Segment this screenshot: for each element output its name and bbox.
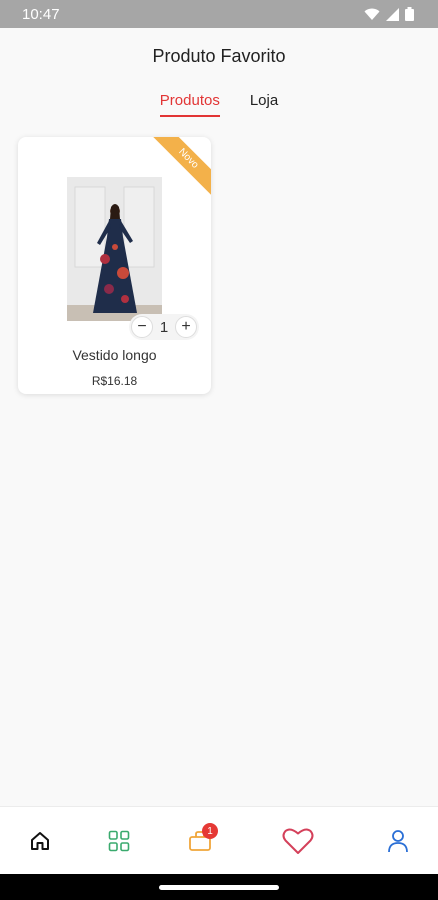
home-icon bbox=[31, 832, 49, 850]
status-icons bbox=[364, 7, 414, 21]
dress-illustration bbox=[67, 177, 162, 321]
nav-favorites[interactable] bbox=[280, 823, 316, 859]
nav-profile[interactable] bbox=[380, 823, 416, 859]
heart-icon bbox=[282, 828, 314, 854]
page-title: Produto Favorito bbox=[152, 46, 286, 66]
status-time: 10:47 bbox=[22, 5, 60, 23]
quantity-stepper: − 1 + bbox=[129, 314, 199, 340]
wifi-icon bbox=[364, 8, 380, 20]
increase-button[interactable]: + bbox=[175, 316, 197, 338]
tab-bar: Produtos Loja bbox=[0, 92, 438, 117]
home-indicator[interactable] bbox=[159, 885, 279, 890]
decrease-button[interactable]: − bbox=[131, 316, 153, 338]
tab-produtos[interactable]: Produtos bbox=[159, 92, 220, 117]
bottom-nav: 1 bbox=[0, 806, 438, 874]
battery-icon bbox=[405, 7, 414, 21]
status-bar: 10:47 bbox=[0, 0, 438, 28]
cart-badge: 1 bbox=[202, 823, 218, 839]
nav-cart[interactable]: 1 bbox=[182, 823, 218, 859]
product-price: R$16.18 bbox=[91, 374, 138, 388]
nav-categories[interactable] bbox=[101, 823, 137, 859]
quantity-value: 1 bbox=[159, 318, 169, 336]
system-nav-bar bbox=[0, 874, 438, 900]
product-name[interactable]: Vestido longo bbox=[18, 347, 211, 363]
nav-home[interactable] bbox=[22, 823, 58, 859]
categories-icon bbox=[108, 830, 130, 852]
signal-icon bbox=[386, 7, 399, 21]
product-image[interactable] bbox=[67, 177, 162, 321]
product-card[interactable]: Novo − 1 + Vestido longo R$16.18 bbox=[18, 137, 211, 394]
tab-loja[interactable]: Loja bbox=[250, 92, 278, 117]
user-icon bbox=[388, 830, 408, 853]
